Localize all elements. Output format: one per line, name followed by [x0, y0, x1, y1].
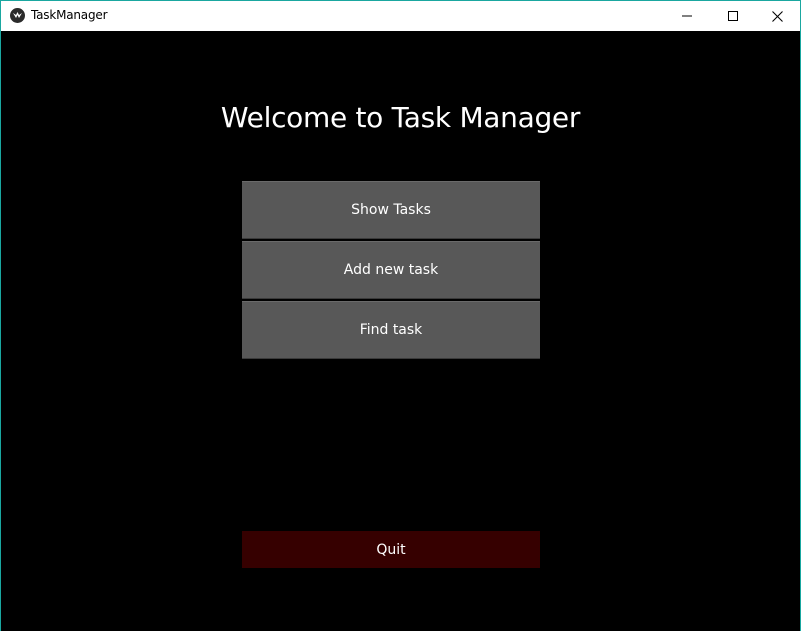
- main-screen: Welcome to Task Manager Show Tasks Add n…: [1, 31, 800, 631]
- maximize-icon: [728, 11, 738, 21]
- window-title: TaskManager: [31, 8, 108, 22]
- minimize-icon: [682, 15, 692, 17]
- close-icon: [771, 10, 783, 22]
- app-window: TaskManager Welcome to Task Manager Show…: [0, 0, 801, 631]
- minimize-button[interactable]: [664, 1, 710, 31]
- title-bar[interactable]: TaskManager: [1, 0, 800, 31]
- add-new-task-button[interactable]: Add new task: [242, 241, 540, 299]
- quit-button[interactable]: Quit: [242, 531, 540, 568]
- page-title: Welcome to Task Manager: [220, 101, 581, 134]
- find-task-button[interactable]: Find task: [242, 301, 540, 359]
- close-button[interactable]: [754, 1, 800, 31]
- kivy-app-icon: [10, 8, 25, 23]
- show-tasks-button[interactable]: Show Tasks: [242, 181, 540, 239]
- maximize-button[interactable]: [710, 1, 756, 31]
